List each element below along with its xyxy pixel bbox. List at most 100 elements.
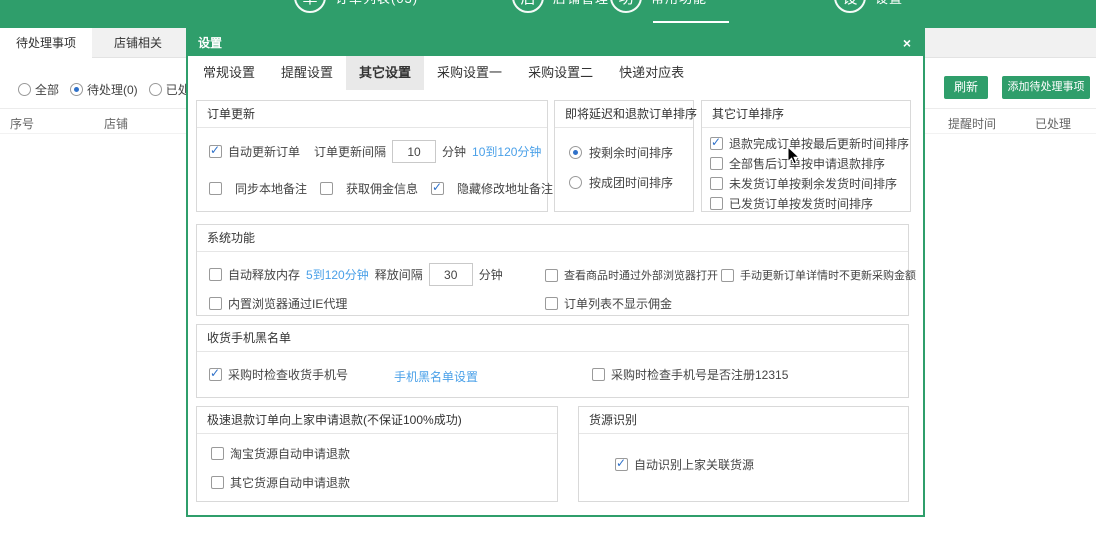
checkbox-label[interactable]: 采购时检查手机号是否注册12315	[611, 366, 788, 383]
tab-shop-related[interactable]: 店铺相关	[92, 28, 184, 58]
checkbox-label[interactable]: 未发货订单按剩余发货时间排序	[729, 175, 897, 192]
settings-dialog: 设置 × 常规设置 提醒设置 其它设置 采购设置一 采购设置二 快递对应表 订单…	[186, 28, 925, 517]
radio-by-group-time-icon[interactable]	[569, 176, 582, 189]
checkbox-unshipped-sort-icon[interactable]	[710, 177, 723, 190]
checkbox-shipped-sort-icon[interactable]	[710, 197, 723, 210]
filter-pending[interactable]: 待处理(0)	[70, 81, 138, 98]
checkbox-check-phone-icon[interactable]	[209, 368, 222, 381]
nav-item-common-functions[interactable]: 功 常用功能	[610, 0, 707, 13]
tab-purchase-settings-1[interactable]: 采购设置一	[424, 56, 515, 90]
column-header-handled: 已处理	[1035, 115, 1071, 132]
checkbox-label[interactable]: 退款完成订单按最后更新时间排序	[729, 135, 909, 152]
common-functions-icon: 功	[610, 0, 642, 13]
nav-item-shop-manage[interactable]: 后 店铺管理	[512, 0, 609, 13]
filter-label[interactable]: 待处理(0)	[87, 81, 138, 98]
checkbox-auto-detect-source-icon[interactable]	[615, 458, 628, 471]
checkbox-label[interactable]: 手动更新订单详情时不更新采购金额	[740, 267, 916, 283]
checkbox-fetch-commission-icon[interactable]	[320, 182, 333, 195]
checkbox-label[interactable]: 自动识别上家关联货源	[634, 456, 754, 473]
section-order-update: 订单更新 自动更新订单 订单更新间隔 分钟 10到120分钟 同步本地备注 获取…	[196, 100, 548, 212]
tab-general-settings[interactable]: 常规设置	[190, 56, 268, 90]
checkbox-label[interactable]: 已发货订单按发货时间排序	[729, 195, 873, 212]
section-title: 系统功能	[197, 225, 908, 252]
checkbox-label[interactable]: 淘宝货源自动申请退款	[230, 445, 350, 462]
radio-selected-icon[interactable]	[70, 83, 83, 96]
checkbox-label[interactable]: 同步本地备注	[235, 180, 307, 197]
checkbox-no-update-amount-icon[interactable]	[721, 269, 734, 282]
section-system-functions: 系统功能 自动释放内存 5到120分钟 释放间隔 分钟 查看商品时通过外部浏览器…	[196, 224, 909, 316]
checkbox-label[interactable]: 采购时检查收货手机号	[228, 366, 348, 383]
checkbox-refund-done-sort-icon[interactable]	[710, 137, 723, 150]
settings-icon: 设	[834, 0, 866, 13]
checkbox-label[interactable]: 获取佣金信息	[346, 180, 418, 197]
refresh-button[interactable]: 刷新	[944, 76, 988, 99]
section-other-sort: 其它订单排序 退款完成订单按最后更新时间排序 全部售后订单按申请退款排序 未发货…	[701, 100, 911, 212]
section-phone-blacklist: 收货手机黑名单 采购时检查收货手机号 手机黑名单设置 采购时检查手机号是否注册1…	[196, 324, 909, 398]
checkbox-external-browser-icon[interactable]	[545, 269, 558, 282]
top-nav-bar: 单 订单列表(03) 后 店铺管理 功 常用功能 设 设置	[0, 0, 1096, 28]
shop-manage-icon: 后	[512, 0, 544, 13]
section-title: 即将延迟和退款订单排序	[555, 101, 693, 128]
tab-pending-items[interactable]: 待处理事项	[0, 28, 92, 58]
checkbox-label[interactable]: 内置浏览器通过IE代理	[228, 295, 347, 312]
checkbox-ie-proxy-icon[interactable]	[209, 297, 222, 310]
section-speed-refund: 极速退款订单向上家申请退款(不保证100%成功) 淘宝货源自动申请退款 其它货源…	[196, 406, 558, 502]
nav-label[interactable]: 店铺管理	[553, 0, 609, 7]
section-title: 订单更新	[197, 101, 547, 128]
nav-label[interactable]: 常用功能	[651, 0, 707, 7]
minutes-label: 分钟	[442, 143, 466, 160]
nav-item-settings[interactable]: 设 设置	[834, 0, 903, 13]
mouse-cursor-icon	[787, 146, 801, 166]
memory-range-hint: 5到120分钟	[306, 266, 369, 283]
checkbox-hide-address-note-icon[interactable]	[431, 182, 444, 195]
dialog-title: 设置	[198, 36, 222, 50]
checkbox-auto-update-icon[interactable]	[209, 145, 222, 158]
dialog-tab-bar: 常规设置 提醒设置 其它设置 采购设置一 采购设置二 快递对应表	[188, 56, 923, 90]
nav-item-order-list[interactable]: 单 订单列表(03)	[294, 0, 418, 13]
checkbox-aftersale-sort-icon[interactable]	[710, 157, 723, 170]
blacklist-settings-link[interactable]: 手机黑名单设置	[394, 368, 478, 385]
tab-other-settings[interactable]: 其它设置	[346, 56, 424, 90]
column-header-shop: 店铺	[104, 115, 128, 132]
checkbox-no-commission-icon[interactable]	[545, 297, 558, 310]
nav-label[interactable]: 设置	[875, 0, 903, 7]
minutes-label: 分钟	[479, 266, 503, 283]
checkbox-check-12315-icon[interactable]	[592, 368, 605, 381]
order-list-icon: 单	[294, 0, 326, 13]
section-source-detect: 货源识别 自动识别上家关联货源	[578, 406, 909, 502]
section-title: 极速退款订单向上家申请退款(不保证100%成功)	[197, 407, 557, 434]
filter-radio-group: 全部 待处理(0) 已处理	[18, 81, 202, 98]
checkbox-label[interactable]: 全部售后订单按申请退款排序	[729, 155, 885, 172]
column-header-index: 序号	[10, 115, 34, 132]
radio-icon[interactable]	[18, 83, 31, 96]
tab-reminder-settings[interactable]: 提醒设置	[268, 56, 346, 90]
tab-purchase-settings-2[interactable]: 采购设置二	[515, 56, 606, 90]
update-interval-input[interactable]	[392, 140, 436, 163]
filter-label[interactable]: 全部	[35, 81, 59, 98]
checkbox-label[interactable]: 其它货源自动申请退款	[230, 474, 350, 491]
tab-express-mapping[interactable]: 快递对应表	[606, 56, 697, 90]
checkbox-label[interactable]: 隐藏修改地址备注	[457, 180, 553, 197]
section-title: 收货手机黑名单	[197, 325, 908, 352]
radio-label[interactable]: 按剩余时间排序	[589, 144, 673, 161]
active-nav-underline	[653, 21, 729, 23]
nav-label[interactable]: 订单列表(03)	[335, 0, 418, 7]
interval-range-hint: 10到120分钟	[472, 143, 541, 160]
free-interval-input[interactable]	[429, 263, 473, 286]
radio-label[interactable]: 按成团时间排序	[589, 174, 673, 191]
section-title: 货源识别	[579, 407, 908, 434]
radio-icon[interactable]	[149, 83, 162, 96]
close-icon[interactable]: ×	[903, 30, 911, 56]
checkbox-label[interactable]: 订单列表不显示佣金	[564, 295, 672, 312]
checkbox-label[interactable]: 查看商品时通过外部浏览器打开	[564, 267, 718, 283]
add-pending-item-button[interactable]: 添加待处理事项	[1002, 76, 1090, 99]
checkbox-label[interactable]: 自动释放内存	[228, 266, 300, 283]
checkbox-other-auto-refund-icon[interactable]	[211, 476, 224, 489]
section-delay-refund-sort: 即将延迟和退款订单排序 按剩余时间排序 按成团时间排序	[554, 100, 694, 212]
checkbox-sync-local-note-icon[interactable]	[209, 182, 222, 195]
checkbox-taobao-auto-refund-icon[interactable]	[211, 447, 224, 460]
radio-by-remaining-time-icon[interactable]	[569, 146, 582, 159]
checkbox-label[interactable]: 自动更新订单	[228, 143, 300, 160]
filter-all[interactable]: 全部	[18, 81, 59, 98]
checkbox-auto-free-memory-icon[interactable]	[209, 268, 222, 281]
